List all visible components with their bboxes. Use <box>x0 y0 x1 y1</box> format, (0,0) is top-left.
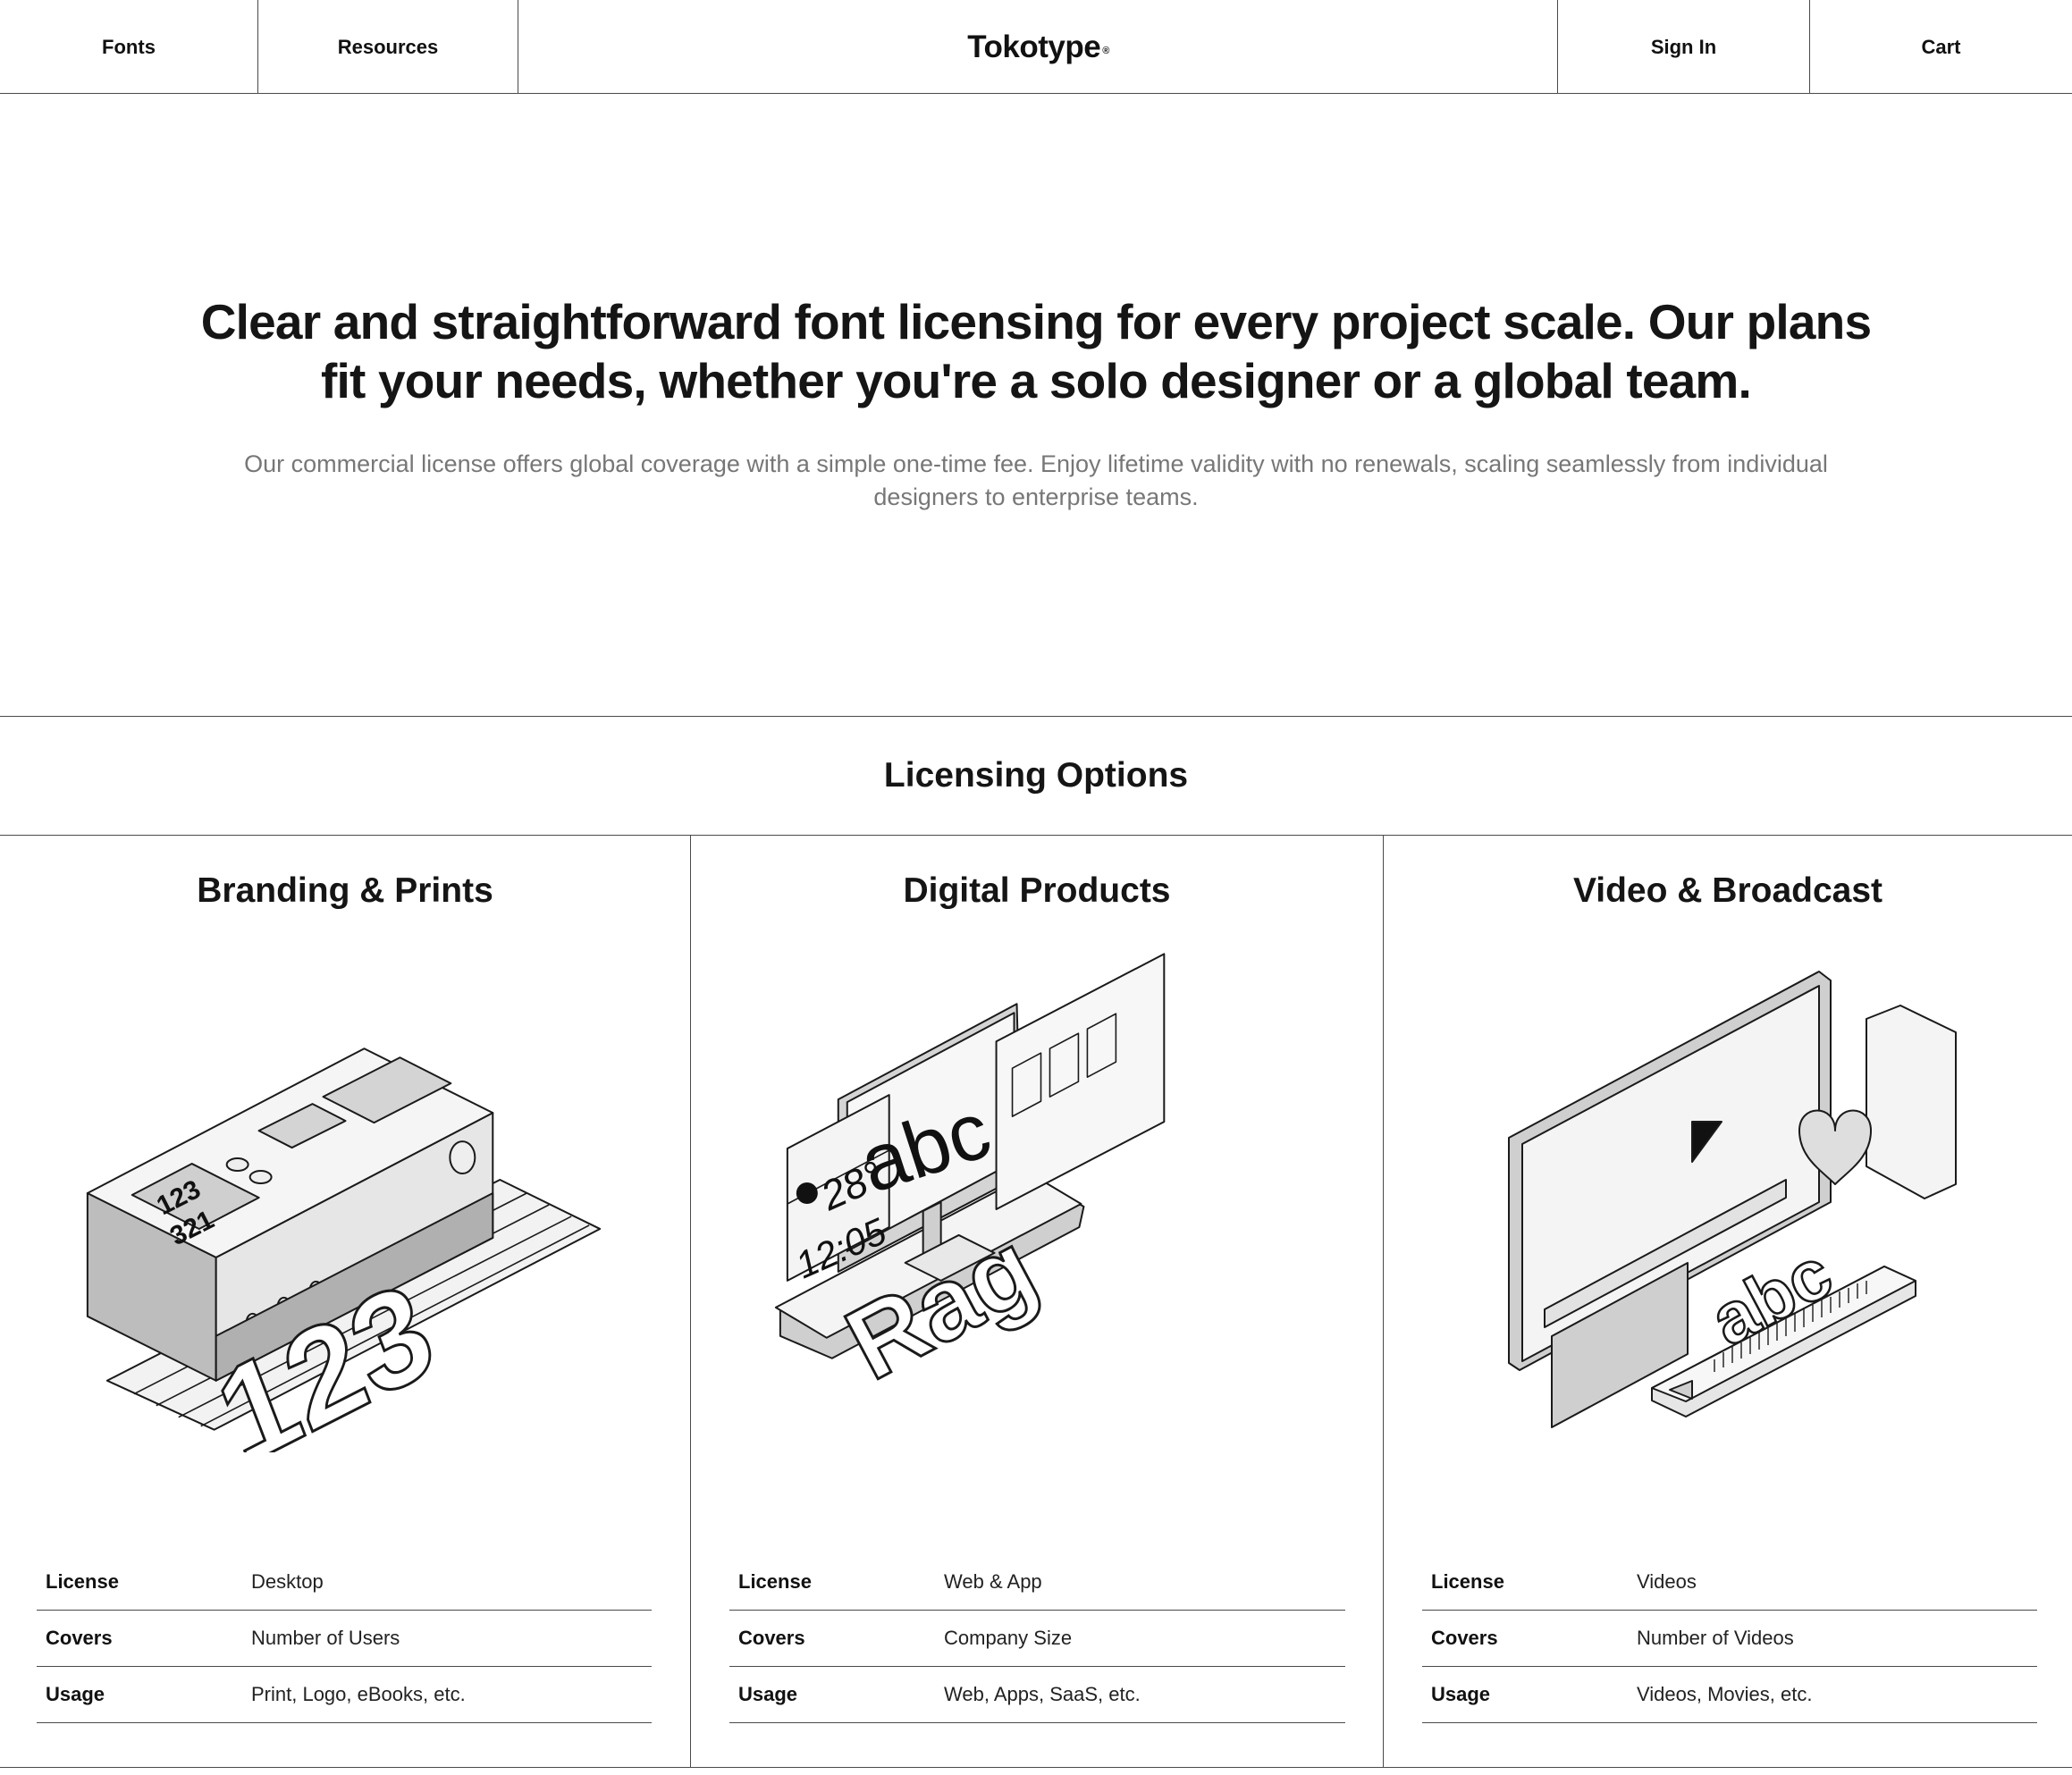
spec-key: Usage <box>738 1683 798 1705</box>
bottom-divider <box>0 1767 2072 1768</box>
hero-headline: Clear and straightforward font licensing… <box>200 294 1872 408</box>
spec-table: License Desktop Covers Number of Users U… <box>37 1554 652 1723</box>
spec-value: Number of Videos <box>1637 1627 1794 1649</box>
spec-key: License <box>1431 1570 1504 1593</box>
logo-text: Tokotype <box>967 29 1101 64</box>
spec-key: License <box>46 1570 119 1593</box>
nav-fonts-link[interactable]: Fonts <box>0 0 258 94</box>
license-card-branding: Branding & Prints 123 321 123 License De… <box>0 836 691 1767</box>
spec-table: License Videos Covers Number of Videos U… <box>1422 1554 2037 1723</box>
spec-row-usage: Usage Web, Apps, SaaS, etc. <box>729 1667 1345 1723</box>
card-title: Video & Broadcast <box>1572 871 1883 910</box>
spec-key: Usage <box>46 1683 105 1705</box>
card-title: Digital Products <box>903 871 1171 910</box>
license-card-video: Video & Broadcast abc License Videos Cov… <box>1384 836 2072 1767</box>
spec-row-usage: Usage Print, Logo, eBooks, etc. <box>37 1667 652 1723</box>
sign-in-link[interactable]: Sign In <box>1557 0 1809 94</box>
nav-resources-link[interactable]: Resources <box>258 0 518 94</box>
hero-subtext: Our commercial license offers global cov… <box>244 450 1828 510</box>
spec-key: Usage <box>1431 1683 1491 1705</box>
spec-row-covers: Covers Number of Videos <box>1422 1611 2037 1667</box>
cart-link[interactable]: Cart <box>1809 0 2072 94</box>
spec-key: License <box>738 1570 812 1593</box>
spec-value: Videos, Movies, etc. <box>1637 1683 1813 1705</box>
spec-row-license: License Web & App <box>729 1554 1345 1611</box>
video-player-icon: abc <box>1384 902 2072 1452</box>
section-title: Licensing Options <box>0 717 2072 836</box>
top-nav: Fonts Resources Tokotype ® Sign In Cart <box>0 0 2072 94</box>
spec-key: Covers <box>46 1627 113 1649</box>
logo[interactable]: Tokotype ® <box>518 0 1558 94</box>
spec-value: Web, Apps, SaaS, etc. <box>944 1683 1141 1705</box>
spec-value: Web & App <box>944 1570 1042 1593</box>
spec-row-license: License Desktop <box>37 1554 652 1611</box>
spec-table: License Web & App Covers Company Size Us… <box>729 1554 1345 1723</box>
spec-value: Number of Users <box>251 1627 400 1649</box>
spec-value: Company Size <box>944 1627 1073 1649</box>
spec-key: Covers <box>738 1627 805 1649</box>
printer-icon: 123 321 123 <box>0 943 690 1495</box>
license-card-digital: Digital Products abc 28° 12:05 Rag Licen… <box>691 836 1384 1767</box>
spec-row-covers: Covers Number of Users <box>37 1611 652 1667</box>
spec-value: Desktop <box>251 1570 324 1593</box>
spec-row-covers: Covers Company Size <box>729 1611 1345 1667</box>
devices-icon: abc 28° 12:05 Rag <box>691 943 1383 1452</box>
logo-registered-mark: ® <box>1102 45 1109 56</box>
spec-value: Videos <box>1637 1570 1697 1593</box>
spec-key: Covers <box>1431 1627 1498 1649</box>
spec-row-license: License Videos <box>1422 1554 2037 1611</box>
spec-row-usage: Usage Videos, Movies, etc. <box>1422 1667 2037 1723</box>
hero-section: Clear and straightforward font licensing… <box>0 94 2072 717</box>
spec-value: Print, Logo, eBooks, etc. <box>251 1683 466 1705</box>
card-title: Branding & Prints <box>197 871 493 910</box>
